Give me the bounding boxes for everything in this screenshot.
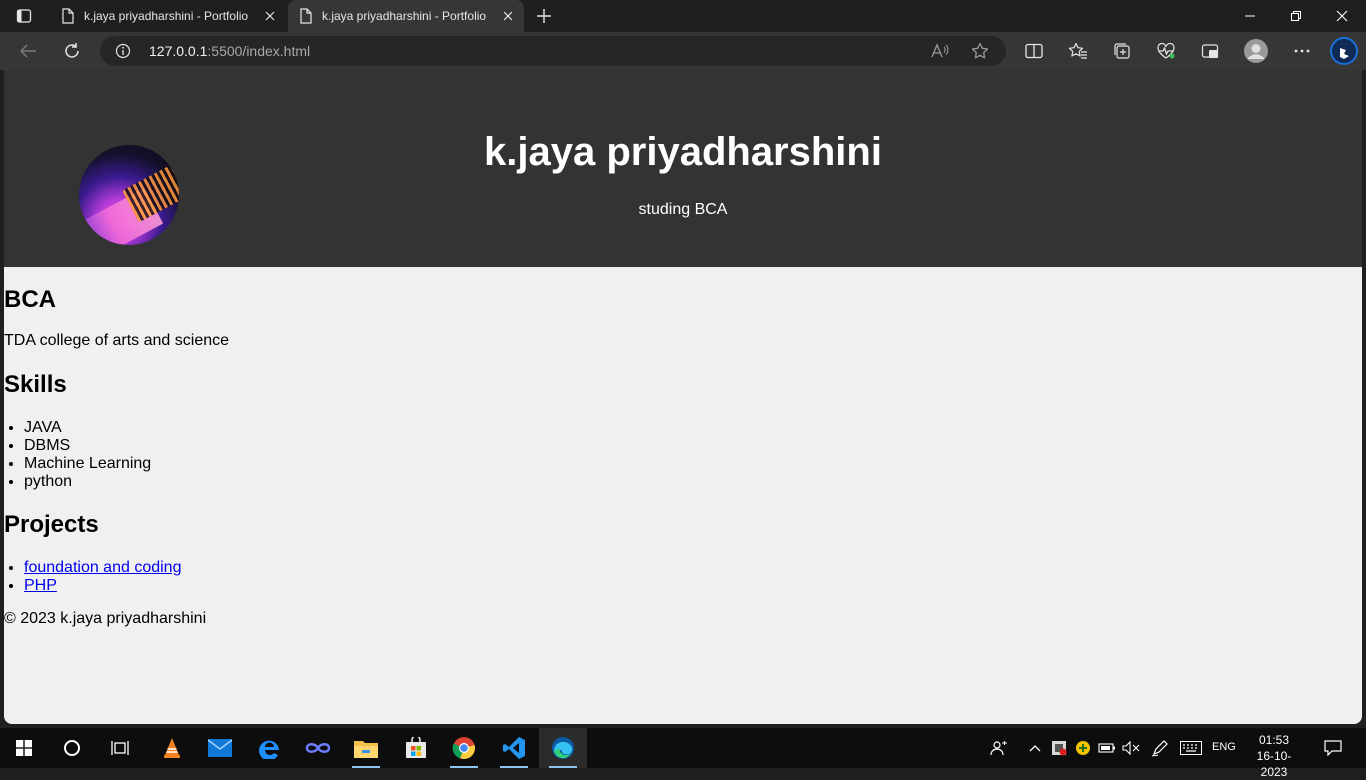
bing-copilot-icon[interactable]: [1328, 35, 1360, 67]
clock-time: 01:53: [1258, 733, 1290, 747]
volume-muted-icon[interactable]: [1120, 728, 1142, 768]
vscode-icon[interactable]: [490, 728, 538, 768]
skills-list: JAVA DBMS Machine Learning python: [4, 419, 151, 491]
input-language[interactable]: ENG: [1212, 741, 1236, 753]
collections-icon[interactable]: [1106, 35, 1138, 67]
notifications-icon[interactable]: [1316, 728, 1350, 768]
url-host: 127.0.0.1: [149, 43, 208, 59]
back-arrow-icon[interactable]: [12, 35, 44, 67]
page-viewport: k.jaya priyadharshini studing BCA BCA TD…: [4, 70, 1362, 724]
file-explorer-icon[interactable]: [342, 728, 390, 768]
close-tab-icon[interactable]: [258, 4, 282, 28]
url-path: :5500/index.html: [207, 43, 311, 59]
windows-taskbar: ENG 01:53 16-10-2023: [0, 728, 1366, 779]
battery-icon[interactable]: [1096, 728, 1118, 768]
projects-list: foundation and coding PHP: [4, 559, 181, 595]
browser-essentials-icon[interactable]: [1150, 35, 1182, 67]
mail-icon[interactable]: [196, 728, 244, 768]
site-title: k.jaya priyadharshini: [484, 130, 882, 174]
skill-item: JAVA: [24, 419, 151, 437]
project-link[interactable]: PHP: [24, 577, 57, 594]
address-bar[interactable]: 127.0.0.1:5500/index.html: [100, 36, 1006, 66]
project-item: PHP: [24, 577, 181, 595]
project-item: foundation and coding: [24, 559, 181, 577]
task-view-icon[interactable]: [96, 728, 144, 768]
page-icon: [60, 8, 76, 24]
page-footer: © 2023 k.jaya priyadharshini: [4, 610, 207, 627]
infinity-app-icon[interactable]: [294, 728, 342, 768]
settings-more-icon[interactable]: [1286, 35, 1318, 67]
projects-heading: Projects: [4, 511, 99, 538]
pen-icon[interactable]: [1148, 728, 1172, 768]
refresh-icon[interactable]: [56, 35, 88, 67]
people-icon[interactable]: [986, 728, 1012, 768]
close-tab-icon[interactable]: [496, 4, 520, 28]
skill-item: Machine Learning: [24, 455, 151, 473]
site-info-icon[interactable]: [114, 42, 132, 60]
college-name: TDA college of arts and science: [4, 332, 230, 349]
tab-title: k.jaya priyadharshini - Portfolio: [84, 9, 249, 23]
favorite-star-icon[interactable]: [968, 39, 992, 63]
vlc-icon[interactable]: [148, 728, 196, 768]
browser-toolbar: 127.0.0.1:5500/index.html: [0, 32, 1366, 70]
edge-legacy-icon[interactable]: [246, 728, 294, 768]
close-window-icon[interactable]: [1318, 0, 1366, 32]
search-icon[interactable]: [48, 728, 96, 768]
browser-tab-active[interactable]: k.jaya priyadharshini - Portfolio: [288, 0, 524, 32]
screenshot-icon[interactable]: [1194, 35, 1226, 67]
touch-keyboard-icon[interactable]: [1176, 728, 1206, 768]
page-icon: [298, 8, 314, 24]
site-subtitle: studing BCA: [638, 201, 728, 218]
tab-title: k.jaya priyadharshini - Portfolio: [322, 9, 487, 23]
skills-heading: Skills: [4, 371, 67, 398]
split-screen-icon[interactable]: [1018, 35, 1050, 67]
windows-start-icon[interactable]: [0, 728, 48, 768]
tab-actions-icon[interactable]: [8, 3, 40, 29]
update-app-icon[interactable]: [1072, 728, 1094, 768]
new-tab-button[interactable]: [530, 4, 558, 28]
read-aloud-icon[interactable]: [928, 39, 952, 63]
minimize-icon[interactable]: [1226, 0, 1274, 32]
clock-date: 16-10-2023: [1256, 749, 1292, 779]
profile-avatar[interactable]: [1240, 35, 1272, 67]
skill-item: DBMS: [24, 437, 151, 455]
show-hidden-icons-icon[interactable]: [1024, 728, 1046, 768]
edge-icon[interactable]: [539, 728, 587, 768]
skill-item: python: [24, 473, 151, 491]
site-header: k.jaya priyadharshini studing BCA: [4, 70, 1362, 267]
restore-icon[interactable]: [1272, 0, 1320, 32]
security-app-icon[interactable]: [1048, 728, 1070, 768]
url-text[interactable]: 127.0.0.1:5500/index.html: [149, 43, 310, 59]
chrome-icon[interactable]: [440, 728, 488, 768]
favorites-icon[interactable]: [1062, 35, 1094, 67]
project-link[interactable]: foundation and coding: [24, 559, 181, 576]
system-clock[interactable]: 01:53 16-10-2023: [1244, 732, 1304, 780]
browser-tab[interactable]: k.jaya priyadharshini - Portfolio: [50, 0, 286, 32]
browser-tab-strip: k.jaya priyadharshini - Portfolio k.jaya…: [0, 0, 1366, 32]
microsoft-store-icon[interactable]: [392, 728, 440, 768]
education-heading: BCA: [4, 286, 56, 313]
